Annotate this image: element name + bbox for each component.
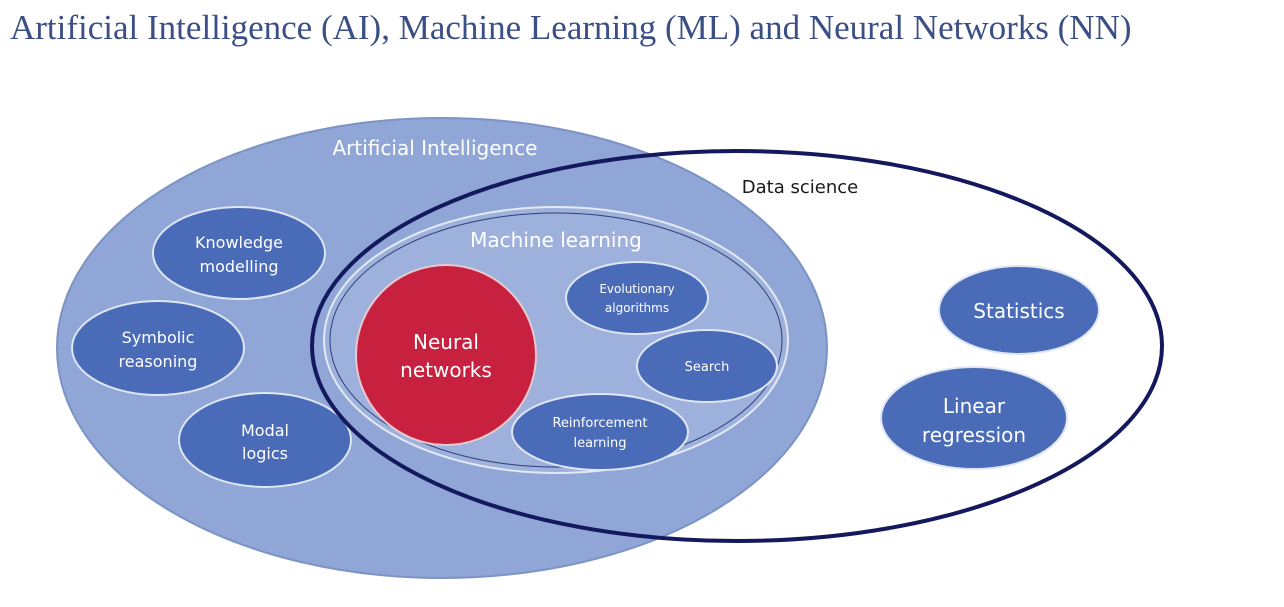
node-label: networks xyxy=(400,358,492,382)
node-label: learning xyxy=(573,436,626,451)
node-reinforcement-learning: Reinforcement learning xyxy=(511,393,689,471)
node-search: Search xyxy=(636,329,778,403)
node-label: Linear xyxy=(943,394,1006,418)
ai-region-label: Artificial Intelligence xyxy=(333,136,538,160)
node-neural-networks: Neural networks xyxy=(355,264,537,446)
node-label: regression xyxy=(922,423,1026,447)
node-label: Evolutionary xyxy=(599,282,674,296)
node-symbolic-reasoning: Symbolic reasoning xyxy=(71,300,245,396)
node-linear-regression: Linear regression xyxy=(880,366,1068,470)
node-label: reasoning xyxy=(119,352,198,371)
node-label: algorithms xyxy=(605,301,669,315)
node-label: Knowledge xyxy=(195,233,283,252)
node-label: Neural xyxy=(413,330,479,354)
node-label: Search xyxy=(685,360,730,375)
venn-diagram: Artificial Intelligence Machine learning… xyxy=(56,117,1164,579)
data-science-label: Data science xyxy=(742,177,858,198)
node-label: Reinforcement xyxy=(552,416,647,431)
node-statistics: Statistics xyxy=(938,265,1100,355)
node-evolutionary-algorithms: Evolutionary algorithms xyxy=(565,261,709,335)
node-label: Modal xyxy=(241,421,289,440)
node-label: modelling xyxy=(199,257,278,276)
node-modal-logics: Modal logics xyxy=(178,392,352,488)
node-label: Statistics xyxy=(973,299,1064,323)
ml-region-label: Machine learning xyxy=(470,228,642,252)
node-label: Symbolic xyxy=(122,328,195,347)
node-knowledge-modelling: Knowledge modelling xyxy=(152,206,326,300)
node-label: logics xyxy=(242,444,288,463)
